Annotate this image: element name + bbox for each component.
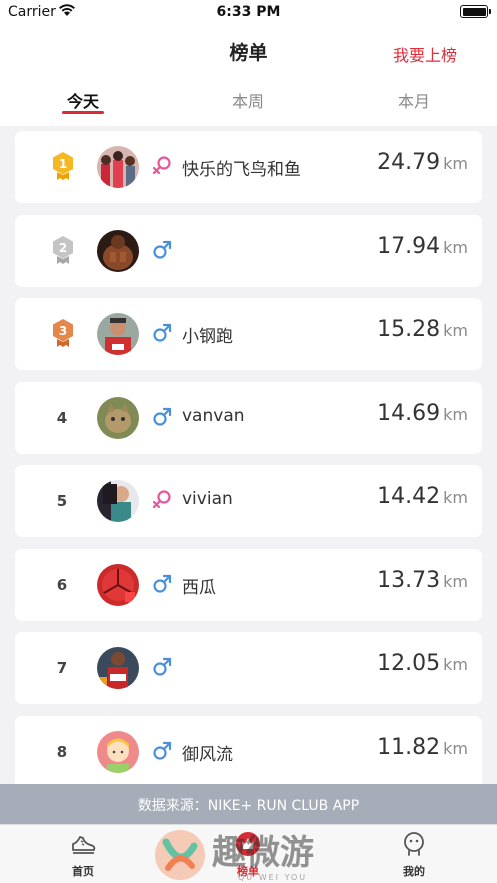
tab-today[interactable]: 今天 (43, 88, 123, 112)
distance-unit: km (443, 404, 468, 424)
male-icon (153, 574, 172, 593)
rank-number: 6 (56, 575, 68, 594)
watermark-text: 趣微游 (212, 833, 314, 873)
tabbar-home-label: 首页 (72, 865, 94, 878)
ranking-row[interactable]: 2 17.94 km (15, 214, 482, 287)
distance-value: 17.94 km (377, 233, 468, 259)
distance-value: 24.79 km (377, 150, 468, 175)
distance-unit: km (443, 738, 468, 758)
rank-number: 4 (56, 408, 68, 427)
user-name: vivian (182, 489, 233, 509)
ranking-row[interactable]: 3 小钢跑 15.28 km (15, 298, 482, 370)
avatar[interactable] (97, 313, 139, 355)
profile-icon (404, 832, 424, 856)
distance-value: 15.28 km (377, 317, 468, 342)
join-ranking-button[interactable]: 我要上榜 (393, 42, 457, 66)
distance-unit: km (443, 571, 468, 591)
avatar[interactable] (97, 563, 139, 606)
data-source-bar: 数据来源：NIKE+ RUN CLUB APP (0, 784, 497, 824)
data-source-text: 数据来源：NIKE+ RUN CLUB APP (137, 798, 360, 814)
watermark-logo: 趣微游 QU WEI YOU (155, 830, 314, 882)
period-tabs: 今天 本周 本月 (0, 74, 497, 126)
tabbar-profile-label: 我的 (403, 865, 425, 878)
user-name: 西瓜 (182, 577, 216, 598)
shoe-icon (72, 836, 96, 854)
ranking-row[interactable]: 6 西瓜 13.73 km (15, 548, 482, 621)
gold-medal-icon: 1 (53, 152, 73, 180)
active-tab-indicator (62, 111, 104, 114)
user-name: 小钢跑 (182, 327, 233, 347)
tabbar-profile[interactable]: 我的 (374, 831, 454, 879)
rank-number: 8 (56, 742, 68, 761)
distance-unit: km (443, 154, 468, 173)
user-name: vanvan (182, 405, 245, 426)
navigation-bar: 榜单 我要上榜 (0, 26, 497, 74)
svg-text:2: 2 (59, 241, 67, 255)
watermark-subtext: QU WEI YOU (238, 873, 307, 882)
avatar[interactable] (97, 730, 139, 773)
tab-this-week[interactable]: 本周 (208, 88, 288, 112)
ranking-row[interactable]: 5 vivian 14.42 km (15, 465, 482, 537)
rank-number: 5 (56, 492, 68, 510)
distance-unit: km (443, 321, 468, 340)
male-icon (153, 240, 172, 259)
silver-medal-icon: 2 (53, 235, 73, 264)
avatar[interactable] (97, 480, 139, 522)
svg-text:3: 3 (59, 324, 67, 338)
avatar[interactable] (97, 396, 139, 439)
battery-icon (460, 5, 491, 18)
user-name: 御风流 (182, 744, 233, 765)
user-name: 快乐的飞鸟和鱼 (182, 160, 301, 180)
male-icon (153, 657, 172, 676)
avatar[interactable] (97, 229, 139, 272)
distance-value: 14.69 km (377, 400, 468, 426)
distance-value: 11.82 km (377, 734, 468, 760)
ranking-row[interactable]: 4 vanvan 14.69 km (15, 381, 482, 454)
ranking-row[interactable]: 7 12.05 km (15, 632, 482, 704)
tabbar-home[interactable]: 首页 (43, 831, 123, 879)
male-icon (153, 741, 172, 760)
distance-value: 13.73 km (377, 567, 468, 593)
ranking-row[interactable]: 8 御风流 11.82 km (15, 715, 482, 788)
female-icon (152, 490, 171, 509)
clock: 6:33 PM (216, 4, 281, 20)
distance-unit: km (443, 655, 468, 674)
distance-unit: km (443, 488, 468, 507)
bronze-medal-icon: 3 (53, 319, 73, 347)
status-bar: Carrier 6:33 PM (0, 0, 497, 26)
distance-value: 12.05 km (377, 651, 468, 676)
distance-unit: km (443, 237, 468, 257)
distance-value: 14.42 km (377, 484, 468, 509)
tab-this-month[interactable]: 本月 (374, 88, 454, 112)
female-icon (152, 156, 171, 175)
avatar[interactable] (97, 146, 139, 188)
rank-number: 7 (56, 659, 68, 677)
avatar[interactable] (97, 647, 139, 689)
male-icon (153, 407, 172, 426)
ranking-row[interactable]: 1 快乐的飞鸟和鱼 24.79 km (15, 131, 482, 203)
svg-text:1: 1 (59, 157, 67, 171)
male-icon (153, 323, 172, 342)
